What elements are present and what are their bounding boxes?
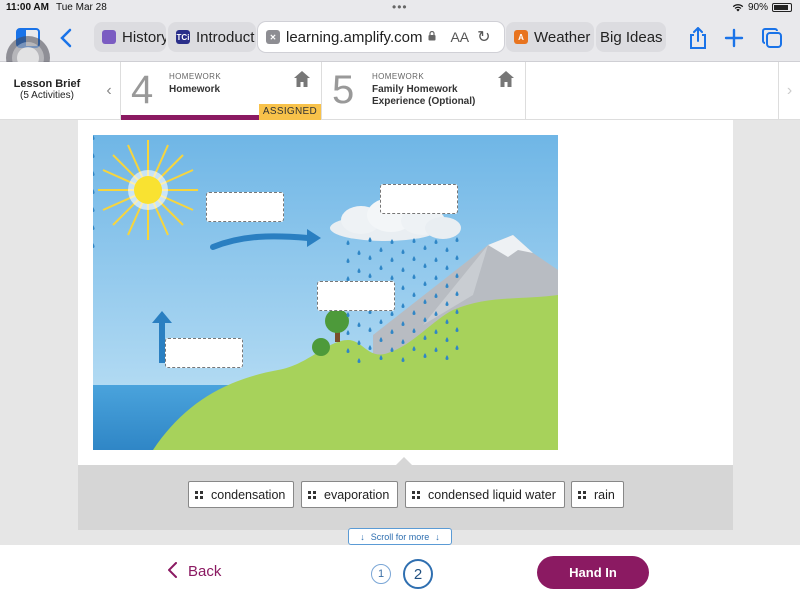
share-icon[interactable] bbox=[684, 24, 712, 52]
lesson-name: Family Homework Experience (Optional) bbox=[372, 84, 476, 107]
amplify-favicon-icon: A bbox=[514, 30, 528, 44]
drop-target-1[interactable] bbox=[206, 192, 284, 222]
back-nav-icon[interactable] bbox=[52, 24, 80, 52]
activity-footer: Back 1 2 Hand In bbox=[0, 545, 800, 600]
drag-handle-icon bbox=[195, 490, 203, 499]
tab-big-ideas[interactable]: Big Ideas bbox=[596, 22, 666, 52]
back-button[interactable]: Back bbox=[167, 562, 222, 580]
word-bank-pointer bbox=[396, 457, 412, 465]
chip-label: evaporation bbox=[324, 487, 390, 502]
tab-label: Introduct bbox=[196, 28, 255, 46]
drop-target-3[interactable] bbox=[317, 281, 395, 311]
page-2-button[interactable]: 2 bbox=[403, 559, 433, 589]
lesson-prev-chevron-icon[interactable]: ‹ bbox=[98, 62, 120, 120]
lesson-name: Homework bbox=[169, 84, 221, 95]
lock-icon bbox=[428, 30, 436, 44]
tabs-overview-icon[interactable] bbox=[758, 24, 786, 52]
text-size-button[interactable]: AA bbox=[450, 29, 469, 45]
down-arrow-icon: ↓ bbox=[360, 531, 365, 542]
lesson-type: HOMEWORK bbox=[169, 72, 222, 81]
sun-icon bbox=[98, 140, 198, 240]
hand-in-button[interactable]: Hand In bbox=[537, 556, 649, 589]
ios-status-bar: 11:00 AM Tue Mar 28 ••• 90% bbox=[0, 0, 800, 16]
lesson-type: HOMEWORK bbox=[372, 72, 425, 81]
down-arrow-icon: ↓ bbox=[435, 531, 440, 542]
close-tab-icon[interactable]: ✕ bbox=[266, 30, 280, 44]
chip-label: condensed liquid water bbox=[428, 487, 556, 502]
draggable-chip-condensed-liquid-water[interactable]: condensed liquid water bbox=[405, 481, 565, 508]
lesson-card-4[interactable]: 4 HOMEWORK Homework ASSIGNED bbox=[120, 62, 322, 120]
url-text[interactable]: learning.amplify.com bbox=[286, 29, 422, 46]
chevron-left-icon bbox=[167, 562, 178, 580]
lesson-number: 5 bbox=[332, 68, 355, 112]
drag-handle-icon bbox=[412, 490, 420, 499]
tab-label: Weather bbox=[534, 28, 591, 46]
draggable-chip-rain[interactable]: rain bbox=[571, 481, 624, 508]
activity-panel bbox=[78, 120, 733, 465]
purple-favicon-icon bbox=[102, 30, 116, 44]
tab-history[interactable]: History bbox=[94, 22, 166, 52]
battery-percent: 90% bbox=[747, 2, 768, 13]
tab-active-url[interactable]: ✕ learning.amplify.com AA ↻ bbox=[258, 22, 504, 52]
new-tab-plus-icon[interactable] bbox=[720, 24, 748, 52]
drag-handle-icon bbox=[308, 490, 316, 499]
lesson-brief-title: Lesson Brief bbox=[13, 78, 81, 90]
home-icon bbox=[498, 71, 514, 87]
page-1-button[interactable]: 1 bbox=[371, 564, 391, 584]
tab-weather[interactable]: A Weather bbox=[506, 22, 594, 52]
scroll-hint-label: Scroll for more bbox=[370, 531, 430, 542]
draggable-chip-evaporation[interactable]: evaporation bbox=[301, 481, 399, 508]
lesson-brief-button[interactable]: Lesson Brief (5 Activities) bbox=[6, 78, 88, 102]
browser-toolbar: History TCi Introduct ✕ learning.amplify… bbox=[0, 16, 800, 62]
reload-icon[interactable]: ↻ bbox=[477, 27, 490, 47]
home-icon bbox=[294, 71, 310, 87]
lesson-next-chevron-icon[interactable]: › bbox=[778, 62, 800, 120]
drop-target-4[interactable] bbox=[165, 338, 243, 368]
status-right: 90% bbox=[732, 2, 792, 13]
tab-label: History bbox=[122, 28, 166, 46]
status-time: 11:00 AM bbox=[6, 2, 49, 13]
drop-target-2[interactable] bbox=[380, 184, 458, 214]
chip-label: rain bbox=[594, 487, 615, 502]
tab-introduct[interactable]: TCi Introduct bbox=[168, 22, 256, 52]
wifi-icon bbox=[732, 4, 744, 12]
assigned-badge: ASSIGNED bbox=[258, 104, 321, 120]
word-bank: condensation evaporation condensed liqui… bbox=[78, 457, 733, 530]
lesson-navigation: Lesson Brief (5 Activities) ‹ 4 HOMEWORK… bbox=[0, 62, 800, 120]
activity-content: condensation evaporation condensed liqui… bbox=[0, 120, 800, 545]
tab-label: Big Ideas bbox=[600, 28, 663, 46]
draggable-chip-condensation[interactable]: condensation bbox=[188, 481, 295, 508]
multitasking-dots-icon[interactable]: ••• bbox=[392, 0, 408, 14]
status-date: Tue Mar 28 bbox=[56, 2, 107, 13]
lesson-card-5[interactable]: 5 HOMEWORK Family Homework Experience (O… bbox=[322, 62, 526, 120]
lesson-brief-count: (5 Activities) bbox=[20, 90, 74, 101]
water-cycle-diagram bbox=[93, 135, 558, 450]
chip-label: condensation bbox=[211, 487, 286, 502]
back-label: Back bbox=[188, 562, 222, 580]
lesson-number: 4 bbox=[131, 68, 154, 112]
tci-favicon-icon: TCi bbox=[176, 30, 190, 44]
drag-handle-icon bbox=[578, 490, 586, 499]
scroll-for-more-button[interactable]: ↓ Scroll for more ↓ bbox=[348, 528, 452, 545]
battery-icon bbox=[772, 3, 792, 12]
